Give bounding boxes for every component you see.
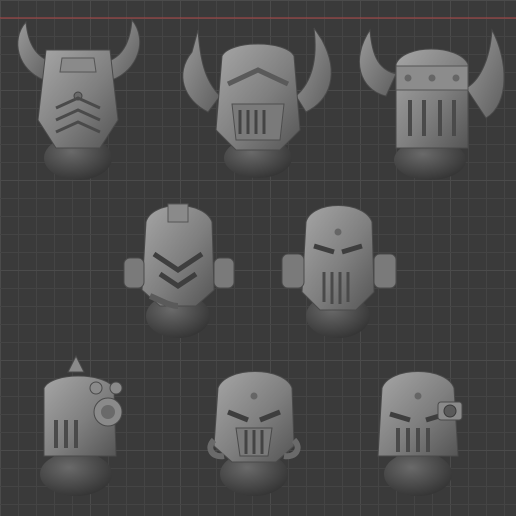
- brow-stud: [414, 392, 422, 400]
- helmet-caged-faceplate[interactable]: [207, 371, 301, 497]
- viewport-canvas[interactable]: [0, 0, 516, 516]
- ornament-bead: [109, 381, 123, 395]
- brow-stud: [334, 228, 342, 236]
- right-ear-pod: [373, 253, 397, 289]
- helmet-horned-studded[interactable]: [359, 28, 505, 180]
- stud: [404, 74, 412, 82]
- crest-ridge: [167, 203, 189, 223]
- brow-stud: [250, 392, 258, 400]
- helmet-shell: [301, 205, 375, 311]
- 3d-viewport[interactable]: [0, 0, 516, 516]
- left-ear-pod: [123, 257, 145, 289]
- left-ear-pod: [281, 253, 305, 289]
- helmet-side-lens[interactable]: [377, 371, 463, 497]
- helmet-chevron-mask[interactable]: [123, 203, 235, 338]
- stud: [428, 74, 436, 82]
- ornament-bead: [89, 381, 103, 395]
- helmet-shell: [395, 48, 469, 149]
- left-horn: [182, 29, 221, 113]
- helmet-horned-grille[interactable]: [182, 27, 332, 178]
- right-ear-pod: [213, 257, 235, 289]
- right-horn: [465, 28, 505, 119]
- head-sphere: [384, 452, 452, 496]
- ornament-core: [101, 405, 115, 419]
- brow-plate: [59, 57, 97, 73]
- top-spike: [67, 354, 85, 373]
- left-horn: [359, 28, 397, 97]
- head-sphere: [40, 452, 112, 496]
- helmet-spiked-ornament[interactable]: [40, 354, 123, 496]
- right-horn: [295, 27, 332, 113]
- side-lens: [443, 404, 457, 418]
- stud: [452, 74, 460, 82]
